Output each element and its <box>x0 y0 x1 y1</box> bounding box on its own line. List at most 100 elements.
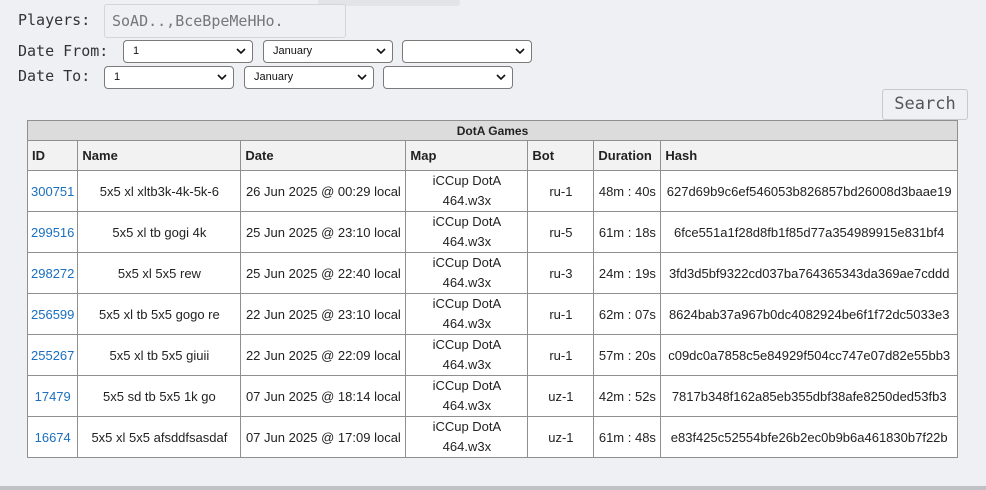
duration-cell: 61m : 18s <box>593 211 662 253</box>
hash-cell: 8624bab37a967b0dc4082924be6f1f72dc5033e3 <box>660 293 958 335</box>
map-file: 464.w3x <box>442 193 492 208</box>
date-from-day-select[interactable]: 1 <box>123 40 253 63</box>
game-id-link[interactable]: 16674 <box>35 430 71 445</box>
table-row: 255267 5x5 xl tb 5x5 giuii 22 Jun 2025 @… <box>26 334 958 376</box>
hash-cell: 627d69b9c6ef546053b826857bd26008d3baae19 <box>660 170 958 212</box>
column-header-hash: Hash <box>660 140 958 171</box>
table-row: 16674 5x5 xl 5x5 afsddfsasdaf 07 Jun 202… <box>26 416 958 458</box>
date-cell: 22 Jun 2025 @ 23:10 local <box>240 293 407 335</box>
game-id-link[interactable]: 299516 <box>31 225 74 240</box>
bot-cell: ru-1 <box>527 293 595 335</box>
games-table: DotA Games ID Name Date Map Bot Duration… <box>26 120 958 458</box>
date-to-label: Date To: <box>18 67 91 85</box>
name-cell: 5x5 xl 5x5 rew <box>77 252 242 294</box>
date-cell: 25 Jun 2025 @ 23:10 local <box>240 211 407 253</box>
id-cell: 299516 <box>26 211 79 253</box>
map-file: 464.w3x <box>442 398 492 413</box>
players-input-value: SoAD..,ВсеВреМеННо. <box>112 12 284 30</box>
table-caption: DotA Games <box>27 120 958 141</box>
duration-cell: 62m : 07s <box>593 293 662 335</box>
date-cell: 07 Jun 2025 @ 17:09 local <box>240 416 407 458</box>
game-id-link[interactable]: 256599 <box>31 307 74 322</box>
game-id-link[interactable]: 17479 <box>35 389 71 404</box>
map-name: iCCup DotA <box>432 296 502 311</box>
bot-cell: uz-1 <box>527 375 595 417</box>
table-row: 298272 5x5 xl 5x5 rew 25 Jun 2025 @ 22:4… <box>26 252 958 294</box>
bot-cell: ru-1 <box>527 334 595 376</box>
chevron-down-icon <box>236 48 246 55</box>
table-row: 300751 5x5 xl xltb3k-4k-5k-6 26 Jun 2025… <box>26 170 958 212</box>
id-cell: 255267 <box>26 334 79 376</box>
name-cell: 5x5 sd tb 5x5 1k go <box>77 375 242 417</box>
column-header-id: ID <box>26 140 79 171</box>
date-from-month-select[interactable]: January <box>263 40 393 63</box>
id-cell: 16674 <box>26 416 79 458</box>
duration-cell: 57m : 20s <box>593 334 662 376</box>
map-cell: iCCup DotA 464.w3x <box>405 375 529 417</box>
name-cell: 5x5 xl 5x5 afsddfsasdaf <box>77 416 242 458</box>
id-cell: 300751 <box>26 170 79 212</box>
date-cell: 26 Jun 2025 @ 00:29 local <box>240 170 407 212</box>
hash-cell: e83f425c52554bfe26b2ec0b9b6a461830b7f22b <box>660 416 958 458</box>
map-cell: iCCup DotA 464.w3x <box>405 170 529 212</box>
map-cell: iCCup DotA 464.w3x <box>405 211 529 253</box>
date-cell: 25 Jun 2025 @ 22:40 local <box>240 252 407 294</box>
chevron-down-icon <box>496 74 506 81</box>
chevron-down-icon <box>357 74 367 81</box>
game-id-link[interactable]: 255267 <box>31 348 74 363</box>
bot-cell: ru-1 <box>527 170 595 212</box>
date-from-label: Date From: <box>18 42 109 60</box>
chevron-down-icon <box>217 74 227 81</box>
table-row: 17479 5x5 sd tb 5x5 1k go 07 Jun 2025 @ … <box>26 375 958 417</box>
bot-cell: ru-3 <box>527 252 595 294</box>
players-input[interactable]: SoAD..,ВсеВреМеННо. <box>104 4 346 38</box>
hash-cell: 7817b348f162a85eb355dbf38afe8250ded53fb3 <box>660 375 958 417</box>
date-to-month-select[interactable]: January <box>244 66 374 89</box>
game-id-link[interactable]: 300751 <box>31 184 74 199</box>
chevron-down-icon <box>376 48 386 55</box>
players-label: Players: <box>18 11 91 29</box>
column-header-date: Date <box>240 140 407 171</box>
column-header-name: Name <box>77 140 242 171</box>
map-file: 464.w3x <box>442 316 492 331</box>
map-name: iCCup DotA <box>432 378 502 393</box>
date-to-month-value: January <box>254 71 294 83</box>
date-to-day-value: 1 <box>114 71 121 83</box>
duration-cell: 48m : 40s <box>593 170 662 212</box>
date-to-year-select[interactable] <box>383 66 513 89</box>
column-header-duration: Duration <box>593 140 662 171</box>
date-to-day-select[interactable]: 1 <box>104 66 234 89</box>
date-from-month-value: January <box>273 45 313 57</box>
date-cell: 07 Jun 2025 @ 18:14 local <box>240 375 407 417</box>
game-id-link[interactable]: 298272 <box>31 266 74 281</box>
map-name: iCCup DotA <box>432 419 502 434</box>
id-cell: 17479 <box>26 375 79 417</box>
duration-cell: 24m : 19s <box>593 252 662 294</box>
map-file: 464.w3x <box>442 234 492 249</box>
map-name: iCCup DotA <box>432 173 502 188</box>
duration-cell: 61m : 48s <box>593 416 662 458</box>
search-button[interactable]: Search <box>882 89 968 120</box>
id-cell: 298272 <box>26 252 79 294</box>
map-cell: iCCup DotA 464.w3x <box>405 252 529 294</box>
hash-cell: 3fd3d5bf9322cd037ba764365343da369ae7cddd <box>660 252 958 294</box>
id-cell: 256599 <box>26 293 79 335</box>
hash-cell: c09dc0a7858c5e84929f504cc747e07d82e55bb3 <box>660 334 958 376</box>
table-row: 299516 5x5 xl tb gogi 4k 25 Jun 2025 @ 2… <box>26 211 958 253</box>
map-name: iCCup DotA <box>432 214 502 229</box>
duration-cell: 42m : 52s <box>593 375 662 417</box>
map-file: 464.w3x <box>442 275 492 290</box>
name-cell: 5x5 xl tb gogi 4k <box>77 211 242 253</box>
map-cell: iCCup DotA 464.w3x <box>405 334 529 376</box>
map-file: 464.w3x <box>442 439 492 454</box>
column-header-bot: Bot <box>527 140 595 171</box>
bot-cell: uz-1 <box>527 416 595 458</box>
map-name: iCCup DotA <box>432 337 502 352</box>
map-cell: iCCup DotA 464.w3x <box>405 293 529 335</box>
table-row: 256599 5x5 xl tb 5x5 gogo re 22 Jun 2025… <box>26 293 958 335</box>
date-from-day-value: 1 <box>133 45 140 57</box>
bot-cell: ru-5 <box>527 211 595 253</box>
date-from-year-select[interactable] <box>402 40 532 63</box>
column-header-map: Map <box>405 140 529 171</box>
bottom-divider <box>0 486 986 490</box>
